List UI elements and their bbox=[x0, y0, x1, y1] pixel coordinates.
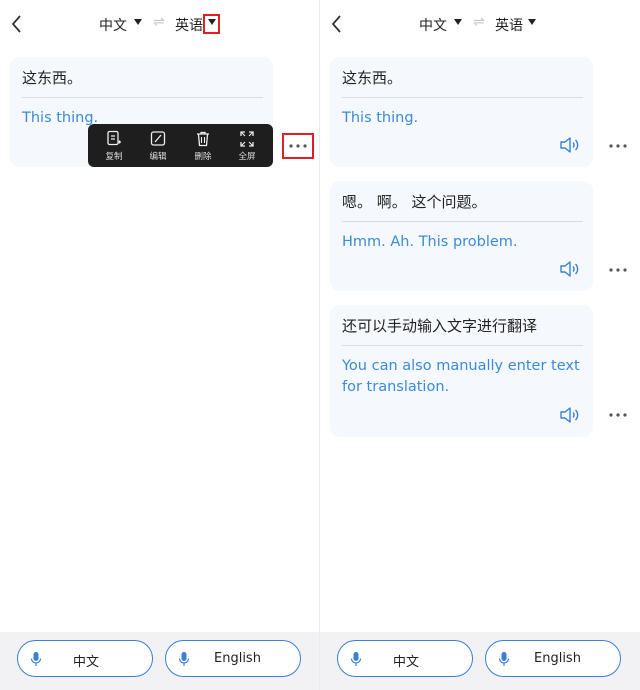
button-label: English bbox=[534, 651, 581, 666]
copy-button[interactable]: 复制 bbox=[92, 124, 136, 167]
more-icon[interactable] bbox=[605, 139, 631, 153]
divider bbox=[342, 221, 583, 222]
divider bbox=[342, 97, 583, 98]
source-language[interactable]: 中文 bbox=[419, 15, 447, 35]
target-language[interactable]: 英语 bbox=[175, 15, 203, 35]
source-text: 这东西。 bbox=[22, 69, 83, 87]
trash-icon bbox=[197, 131, 209, 147]
caret-down-icon[interactable] bbox=[134, 19, 142, 25]
button-label: English bbox=[214, 651, 261, 666]
microphone-icon bbox=[498, 652, 510, 666]
source-language[interactable]: 中文 bbox=[99, 15, 127, 35]
highlight-box bbox=[282, 133, 314, 159]
copy-icon bbox=[107, 130, 121, 146]
caret-down-icon[interactable] bbox=[528, 19, 536, 25]
back-arrow-icon[interactable] bbox=[326, 10, 350, 38]
edit-label: 编辑 bbox=[149, 152, 167, 162]
header: 中文 ⇌ 英语 bbox=[320, 0, 640, 48]
edit-button[interactable]: 编辑 bbox=[136, 124, 180, 167]
speak-chinese-button[interactable]: 中文 bbox=[17, 640, 153, 677]
expand-icon bbox=[240, 131, 254, 147]
edit-icon bbox=[150, 131, 166, 146]
translation-card[interactable]: 这东西。 This thing. bbox=[330, 57, 593, 167]
translated-text: Hmm. Ah. This problem. bbox=[342, 234, 518, 250]
translation-card[interactable]: 还可以手动输入文字进行翻译 You can also manually ente… bbox=[330, 305, 593, 437]
speak-english-button[interactable]: English bbox=[485, 640, 621, 677]
divider bbox=[342, 345, 583, 346]
fullscreen-button[interactable]: 全屏 bbox=[225, 124, 269, 167]
translation-card[interactable]: 嗯。 啊。 这个问题。 Hmm. Ah. This problem. bbox=[330, 181, 593, 291]
bottom-bar: 中文 English bbox=[0, 632, 320, 690]
translated-text: You can also manually enter text for tra… bbox=[342, 358, 580, 395]
speak-english-button[interactable]: English bbox=[165, 640, 301, 677]
right-screen: 中文 ⇌ 英语 这东西。 This thing. 嗯。 啊。 这个问题。 Hmm… bbox=[320, 0, 640, 690]
speak-chinese-button[interactable]: 中文 bbox=[337, 640, 473, 677]
highlight-box bbox=[203, 14, 220, 34]
speaker-icon[interactable] bbox=[559, 136, 581, 154]
fullscreen-label: 全屏 bbox=[238, 152, 256, 162]
back-arrow-icon[interactable] bbox=[6, 10, 30, 38]
delete-button[interactable]: 删除 bbox=[181, 124, 225, 167]
swap-icon[interactable]: ⇌ bbox=[473, 14, 485, 30]
button-label: 中文 bbox=[73, 655, 100, 670]
microphone-icon bbox=[178, 652, 190, 666]
context-toolbar: 复制 编辑 删除 全屏 bbox=[88, 124, 273, 167]
left-screen: 中文 ⇌ 英语 这东西。 This thing. 复制 编辑 删除 全屏 中文 … bbox=[0, 0, 320, 690]
target-language[interactable]: 英语 bbox=[495, 15, 523, 35]
divider bbox=[22, 97, 263, 98]
translated-text: This thing. bbox=[342, 110, 419, 126]
source-text: 这东西。 bbox=[342, 69, 403, 87]
source-text: 还可以手动输入文字进行翻译 bbox=[342, 317, 538, 335]
more-icon[interactable] bbox=[605, 263, 631, 277]
source-text: 嗯。 啊。 这个问题。 bbox=[342, 193, 487, 211]
speaker-icon[interactable] bbox=[559, 406, 581, 424]
speaker-icon[interactable] bbox=[559, 260, 581, 278]
header: 中文 ⇌ 英语 bbox=[0, 0, 320, 48]
delete-label: 删除 bbox=[194, 152, 212, 162]
microphone-icon bbox=[350, 652, 362, 666]
swap-icon[interactable]: ⇌ bbox=[153, 14, 165, 30]
more-icon[interactable] bbox=[605, 408, 631, 422]
caret-down-icon[interactable] bbox=[454, 19, 462, 25]
microphone-icon bbox=[30, 652, 42, 666]
bottom-bar: 中文 English bbox=[320, 632, 640, 690]
copy-label: 复制 bbox=[105, 152, 123, 162]
button-label: 中文 bbox=[393, 655, 420, 670]
